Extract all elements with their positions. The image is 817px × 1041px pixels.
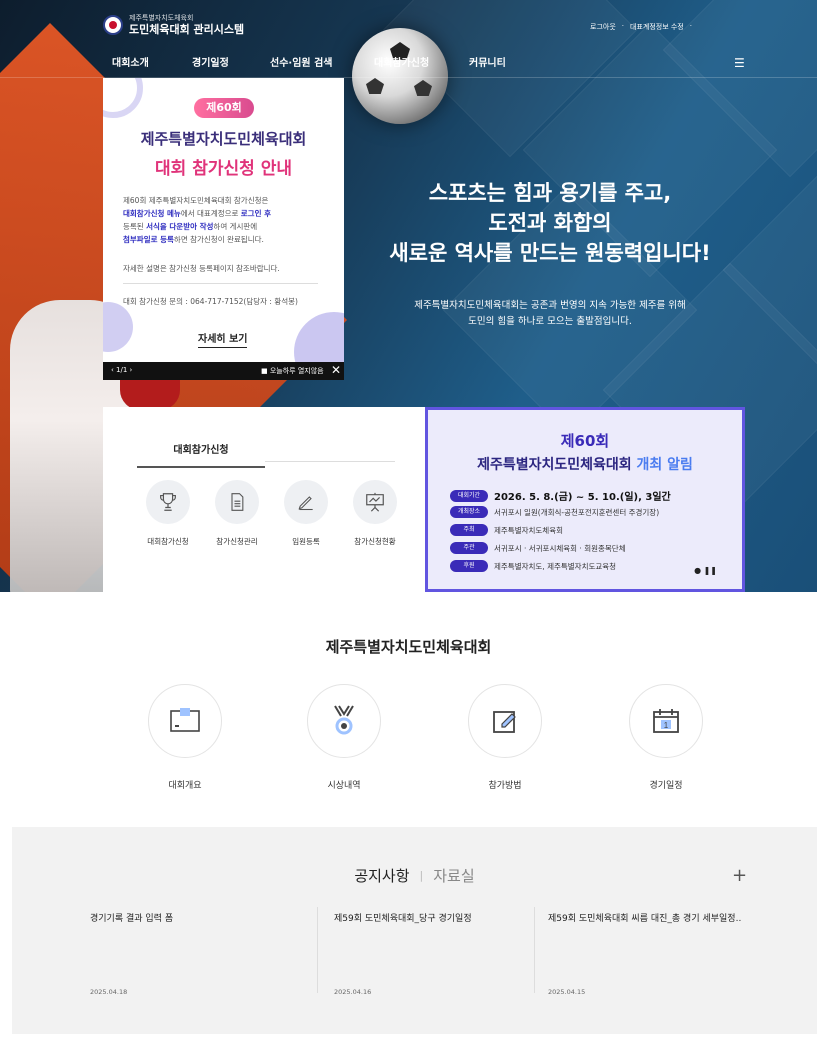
popup-subtitle: 대회 참가신청 안내 bbox=[155, 159, 292, 179]
event-title: 제주특별자치도민체육대회 개최 알림 bbox=[477, 457, 693, 473]
logo-title: 도민체육대회 관리시스템 bbox=[129, 23, 245, 36]
close-icon[interactable]: ✕ bbox=[331, 363, 341, 377]
popup-pager[interactable]: ‹ 1/1 › bbox=[111, 366, 132, 374]
utility-links: 로그아웃 · 대표계정정보 수정 · bbox=[590, 22, 692, 32]
hero-headline-line2: 도전과 화합의 bbox=[488, 211, 612, 235]
page: 스포츠는 힘과 용기를 주고, 도전과 화합의 새로운 역사를 만드는 원동력입… bbox=[0, 0, 817, 1041]
medal-icon bbox=[307, 684, 381, 758]
edit-icon bbox=[468, 684, 542, 758]
logo-subtitle: 제주특별자치도체육회 bbox=[129, 14, 194, 22]
site-logo[interactable]: 제주특별자치도체육회 도민체육대회 관리시스템 bbox=[103, 14, 244, 36]
apply-panel-title: 대회참가신청 bbox=[137, 441, 265, 468]
list-item[interactable]: 경기기록 결과 입력 폼 2025.04.18 bbox=[90, 912, 300, 1012]
menu-schedule[interactable]: 1 경기일정 bbox=[611, 684, 721, 791]
popup-note: 자세한 설명은 참가신청 등록페이지 참조바랍니다. bbox=[123, 264, 280, 273]
menu-how-to-join[interactable]: 참가방법 bbox=[450, 684, 560, 791]
popup-title: 제주특별자치도민체육대회 bbox=[140, 130, 307, 148]
quick-apply[interactable]: 대회참가신청 bbox=[133, 480, 203, 547]
notice-section: 공지사항 | 자료실 + 경기기록 결과 입력 폼 2025.04.18 제59회 … bbox=[12, 827, 817, 1034]
event-banner[interactable]: 제60회 제주특별자치도민체육대회 개최 알림 대회기간 2026. 5. 8.(… bbox=[425, 407, 745, 592]
nav-item-apply[interactable]: 대회참가신청 bbox=[374, 54, 429, 69]
nav-item-about[interactable]: 대회소개 bbox=[112, 54, 149, 69]
hero-desc-line1: 제주특별자치도민체육대회는 공존과 번영의 지속 가능한 제주를 위해 bbox=[414, 300, 686, 311]
notice-title: 제59회 도민체육대회_당구 경기일정 bbox=[334, 914, 472, 924]
event-row-host: 주최 제주특별자치도체육회 bbox=[450, 524, 563, 536]
hero-headline: 스포츠는 힘과 용기를 주고, 도전과 화합의 새로운 역사를 만드는 원동력입… bbox=[340, 178, 760, 268]
notice-title: 제59회 도민체육대회 씨름 대진_총 경기 세부일정.. bbox=[548, 914, 742, 924]
edit-account-link[interactable]: 대표계정정보 수정 bbox=[630, 22, 684, 32]
hero-desc-line2: 도민의 힘을 하나로 모으는 출발점입니다. bbox=[468, 316, 632, 327]
notice-popup: 제60회 제주특별자치도민체육대회 대회 참가신청 안내 제60회 제주특별자치… bbox=[103, 78, 344, 362]
slider-pause-icon[interactable]: ● ❚❚ bbox=[694, 566, 717, 575]
event-edition: 제60회 bbox=[560, 432, 610, 450]
plus-icon[interactable]: + bbox=[732, 865, 747, 886]
hero-description: 제주특별자치도민체육대회는 공존과 번영의 지속 가능한 제주를 위해 도민의 … bbox=[360, 298, 740, 330]
quick-apply-status[interactable]: 참가신청현황 bbox=[340, 480, 410, 547]
nav-item-schedule[interactable]: 경기일정 bbox=[192, 54, 229, 69]
popup-badge: 제60회 bbox=[194, 98, 254, 118]
popup-control-bar: ‹ 1/1 › ■ 오늘하루 열지않음 ✕ bbox=[103, 362, 344, 380]
quick-apply-manage[interactable]: 참가신청관리 bbox=[202, 480, 272, 547]
hero-headline-line1: 스포츠는 힘과 용기를 주고, bbox=[428, 181, 672, 205]
trophy-icon bbox=[146, 480, 190, 524]
site-header: 제주특별자치도체육회 도민체육대회 관리시스템 로그아웃 · 대표계정정보 수정… bbox=[0, 0, 817, 78]
notice-date: 2025.04.15 bbox=[548, 988, 586, 996]
logo-emblem-icon bbox=[103, 15, 123, 35]
logout-link[interactable]: 로그아웃 bbox=[590, 22, 616, 32]
notice-tabs: 공지사항 | 자료실 bbox=[354, 867, 475, 885]
popup-more-button[interactable]: 자세히 보기 bbox=[198, 330, 248, 348]
menu-awards[interactable]: 시상내역 bbox=[289, 684, 399, 791]
popup-body: 제60회 제주특별자치도민체육대회 참가신청은 대회참가신청 메뉴에서 대표계정… bbox=[123, 196, 271, 244]
list-item[interactable]: 제59회 도민체육대회 씨름 대진_총 경기 세부일정.. 2025.04.15 bbox=[548, 912, 748, 1012]
event-row-period: 대회기간 2026. 5. 8.(금) ~ 5. 10.(일), 3일간 bbox=[450, 488, 671, 503]
quick-officer-register[interactable]: 임원등록 bbox=[271, 480, 341, 547]
hero-headline-line3: 새로운 역사를 만드는 원동력입니다! bbox=[389, 241, 711, 265]
list-item[interactable]: 제59회 도민체육대회_당구 경기일정 2025.04.16 bbox=[334, 912, 544, 1012]
hamburger-menu-icon[interactable]: ☰ bbox=[734, 56, 745, 70]
calendar-icon: 1 bbox=[629, 684, 703, 758]
pencil-icon bbox=[284, 480, 328, 524]
presentation-chart-icon bbox=[353, 480, 397, 524]
event-row-venue: 개최장소 서귀포시 일원(개회식-공천포전지훈련센터 주경기장) bbox=[450, 506, 659, 518]
section-title: 제주특별자치도민체육대회 bbox=[325, 638, 492, 656]
notice-date: 2025.04.16 bbox=[334, 988, 372, 996]
apply-quick-panel: 대회참가신청 대회참가신청 참가신청관리 임원등록 참가신청현황 bbox=[103, 407, 425, 592]
document-icon bbox=[215, 480, 259, 524]
notice-date: 2025.04.18 bbox=[90, 988, 128, 996]
svg-text:1: 1 bbox=[664, 721, 669, 730]
tab-library[interactable]: 자료실 bbox=[433, 867, 474, 885]
popup-close-today-checkbox[interactable]: ■ 오늘하루 열지않음 bbox=[261, 366, 324, 376]
event-row-organizer: 주관 서귀포시 · 서귀포시체육회 · 회원종목단체 bbox=[450, 542, 626, 554]
nav-item-community[interactable]: 커뮤니티 bbox=[469, 54, 506, 69]
nav-item-search[interactable]: 선수·임원 검색 bbox=[270, 54, 332, 69]
overview-icon bbox=[148, 684, 222, 758]
menu-overview[interactable]: 대회개요 bbox=[130, 684, 240, 791]
popup-contact: 대회 참가신청 문의 : 064-717-7152(담당자 : 황석봉) bbox=[123, 297, 298, 306]
tab-notice[interactable]: 공지사항 bbox=[354, 867, 409, 885]
notice-title: 경기기록 결과 입력 폼 bbox=[90, 914, 174, 924]
event-row-sponsor: 후원 제주특별자치도, 제주특별자치도교육청 bbox=[450, 560, 616, 572]
